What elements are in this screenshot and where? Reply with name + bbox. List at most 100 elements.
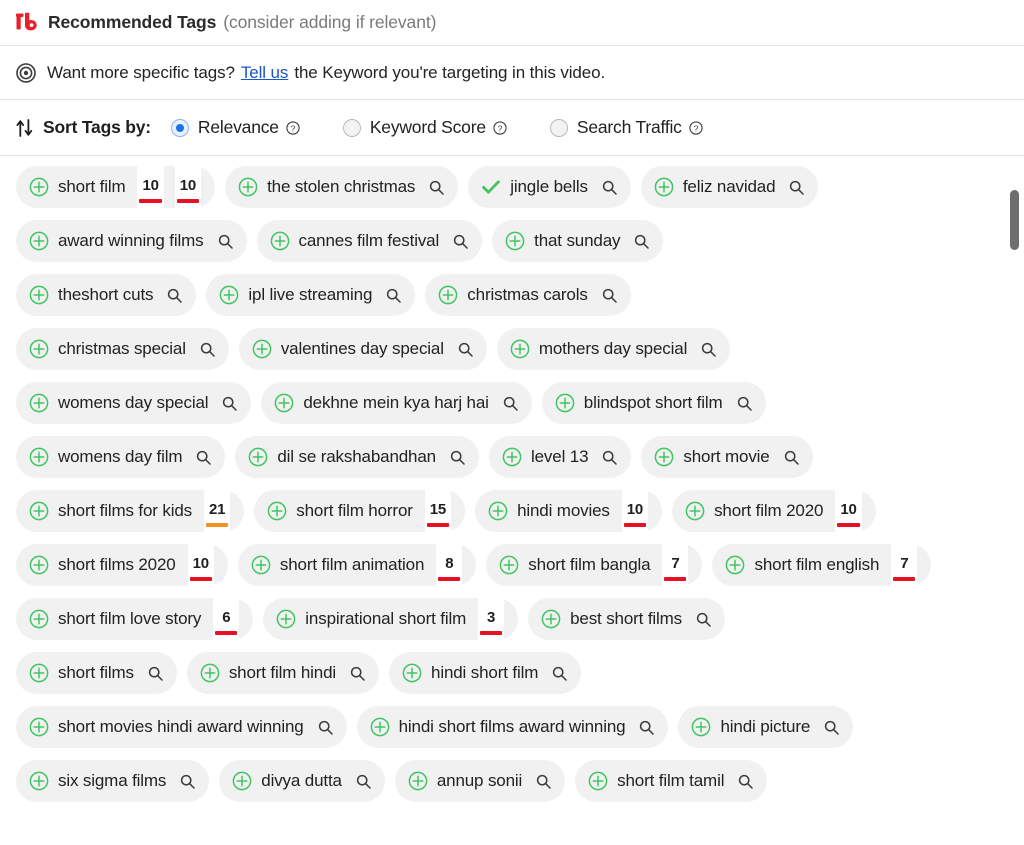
plus-circle-icon[interactable] (502, 447, 522, 467)
search-icon[interactable] (738, 774, 754, 789)
search-icon[interactable] (318, 720, 333, 735)
tag-chip[interactable]: hindi picture (678, 706, 854, 748)
tag-chip[interactable]: short film english 7 (712, 544, 932, 586)
plus-circle-icon[interactable] (29, 555, 49, 575)
plus-circle-icon[interactable] (29, 285, 49, 305)
plus-circle-icon[interactable] (438, 285, 458, 305)
plus-circle-icon[interactable] (29, 231, 49, 251)
tag-chip[interactable]: short films for kids 21 (16, 490, 245, 532)
radio-button-search-traffic[interactable] (549, 118, 568, 137)
plus-circle-icon[interactable] (29, 663, 49, 683)
tag-chip[interactable]: ipl live streaming (206, 274, 416, 316)
sort-option-relevance[interactable]: Relevance ? (170, 117, 300, 138)
tag-chip[interactable]: womens day film (16, 436, 226, 478)
tag-chip[interactable]: short film 2020 10 (672, 490, 876, 532)
plus-circle-icon[interactable] (274, 393, 294, 413)
plus-circle-icon[interactable] (29, 447, 49, 467)
plus-circle-icon[interactable] (248, 447, 268, 467)
search-icon[interactable] (824, 720, 839, 735)
plus-circle-icon[interactable] (29, 609, 49, 629)
tag-chip[interactable]: blindspot short film (541, 382, 766, 424)
search-icon[interactable] (356, 774, 371, 789)
plus-circle-icon[interactable] (29, 177, 49, 197)
tag-chip[interactable]: feliz navidad (640, 166, 819, 208)
tag-chip[interactable]: hindi short films award winning (356, 706, 669, 748)
plus-circle-icon[interactable] (588, 771, 608, 791)
plus-circle-icon[interactable] (252, 339, 272, 359)
search-icon[interactable] (148, 666, 163, 681)
plus-circle-icon[interactable] (238, 177, 258, 197)
tag-chip[interactable]: dekhne mein kya harj hai (261, 382, 532, 424)
search-icon[interactable] (602, 180, 617, 195)
plus-circle-icon[interactable] (510, 339, 530, 359)
search-icon[interactable] (450, 450, 465, 465)
plus-circle-icon[interactable] (402, 663, 422, 683)
tag-list-scrollbar-track[interactable] (1010, 186, 1019, 841)
help-circle-icon[interactable]: ? (689, 120, 703, 135)
plus-circle-icon[interactable] (654, 447, 674, 467)
tag-chip[interactable]: short film tamil (575, 760, 768, 802)
search-icon[interactable] (696, 612, 711, 627)
tag-chip[interactable]: theshort cuts (16, 274, 197, 316)
tag-chip[interactable]: dil se rakshabandhan (235, 436, 479, 478)
plus-circle-icon[interactable] (232, 771, 252, 791)
search-icon[interactable] (639, 720, 655, 735)
plus-circle-icon[interactable] (267, 501, 287, 521)
search-icon[interactable] (196, 450, 212, 465)
plus-circle-icon[interactable] (685, 501, 705, 521)
tag-chip[interactable]: short movie (641, 436, 813, 478)
search-icon[interactable] (503, 396, 518, 411)
search-icon[interactable] (737, 396, 752, 411)
tag-chip[interactable]: hindi movies 10 (475, 490, 663, 532)
plus-circle-icon[interactable] (29, 501, 49, 521)
plus-circle-icon[interactable] (555, 393, 575, 413)
search-icon[interactable] (602, 450, 618, 465)
tag-chip[interactable]: short film animation 8 (237, 544, 477, 586)
sort-option-keyword-score[interactable]: Keyword Score ? (342, 117, 507, 138)
search-icon[interactable] (784, 450, 799, 465)
tag-chip[interactable]: inspirational short film 3 (263, 598, 519, 640)
tag-chip[interactable]: short film horror 15 (254, 490, 466, 532)
tag-chip[interactable]: short film love story 6 (16, 598, 254, 640)
tag-chip[interactable]: mothers day special (496, 328, 731, 370)
search-icon[interactable] (602, 288, 617, 303)
plus-circle-icon[interactable] (499, 555, 519, 575)
search-icon[interactable] (386, 288, 402, 303)
search-icon[interactable] (167, 288, 183, 303)
tag-chip[interactable]: divya dutta (219, 760, 385, 802)
search-icon[interactable] (453, 234, 468, 249)
search-icon[interactable] (458, 342, 473, 357)
search-icon[interactable] (701, 342, 716, 357)
radio-button-relevance[interactable] (170, 118, 189, 137)
check-icon[interactable] (481, 177, 501, 197)
tag-chip[interactable]: cannes film festival (256, 220, 483, 262)
tag-chip[interactable]: short films 2020 10 (16, 544, 228, 586)
search-icon[interactable] (789, 180, 805, 195)
plus-circle-icon[interactable] (691, 717, 711, 737)
recommended-tag-list[interactable]: short film 10 10 the stolen christmas jingle… (0, 156, 1024, 820)
help-circle-icon[interactable]: ? (493, 120, 507, 135)
tag-chip[interactable]: award winning films (16, 220, 247, 262)
plus-circle-icon[interactable] (270, 231, 290, 251)
search-icon[interactable] (536, 774, 551, 789)
plus-circle-icon[interactable] (654, 177, 674, 197)
tag-chip[interactable]: christmas carols (425, 274, 631, 316)
plus-circle-icon[interactable] (725, 555, 745, 575)
tag-chip[interactable]: annup sonii (394, 760, 566, 802)
search-icon[interactable] (429, 180, 444, 195)
plus-circle-icon[interactable] (251, 555, 271, 575)
tag-chip[interactable]: the stolen christmas (225, 166, 459, 208)
tag-chip[interactable]: womens day special (16, 382, 252, 424)
tag-chip[interactable]: short films (16, 652, 177, 694)
plus-circle-icon[interactable] (541, 609, 561, 629)
plus-circle-icon[interactable] (29, 771, 49, 791)
plus-circle-icon[interactable] (219, 285, 239, 305)
help-circle-icon[interactable]: ? (286, 120, 300, 135)
search-icon[interactable] (552, 666, 567, 681)
plus-circle-icon[interactable] (29, 717, 49, 737)
tag-chip[interactable]: short movies hindi award winning (16, 706, 347, 748)
plus-circle-icon[interactable] (408, 771, 428, 791)
tag-chip[interactable]: short film 10 10 (16, 166, 216, 208)
search-icon[interactable] (200, 342, 215, 357)
tag-list-scrollbar-thumb[interactable] (1010, 190, 1019, 250)
